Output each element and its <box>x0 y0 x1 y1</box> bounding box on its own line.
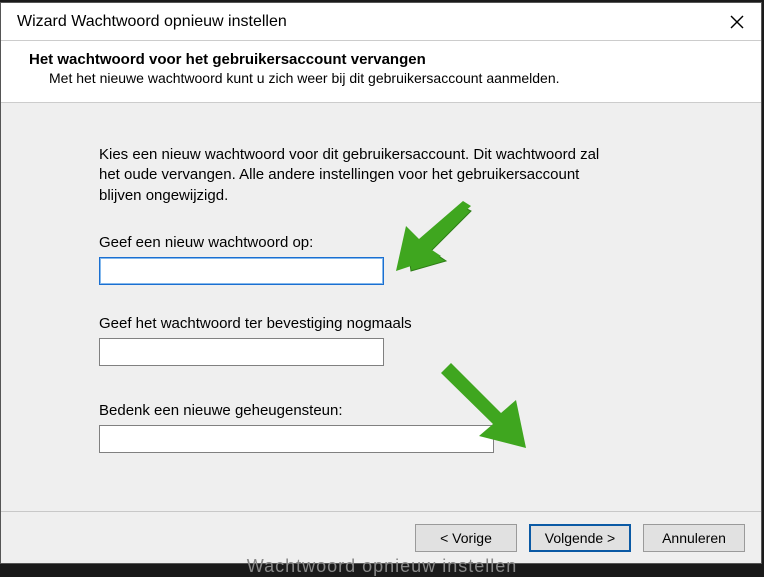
intro-text: Kies een nieuw wachtwoord voor dit gebru… <box>99 145 619 206</box>
password-reset-wizard-dialog: Wizard Wachtwoord opnieuw instellen Het … <box>0 2 762 564</box>
background-title-text: Wachtwoord opnieuw instellen <box>0 556 764 577</box>
cancel-button[interactable]: Annuleren <box>643 524 745 552</box>
new-password-label: Geef een nieuw wachtwoord op: <box>99 234 691 251</box>
wizard-header-subtitle: Met het nieuwe wachtwoord kunt u zich we… <box>29 70 733 86</box>
wizard-body: Kies een nieuw wachtwoord voor dit gebru… <box>1 103 761 511</box>
confirm-password-input[interactable] <box>99 338 384 366</box>
window-title: Wizard Wachtwoord opnieuw instellen <box>17 13 713 31</box>
next-button[interactable]: Volgende > <box>529 524 631 552</box>
confirm-password-label: Geef het wachtwoord ter bevestiging nogm… <box>99 315 691 332</box>
close-button[interactable] <box>713 3 761 41</box>
wizard-header-title: Het wachtwoord voor het gebruikersaccoun… <box>29 51 733 68</box>
wizard-header: Het wachtwoord voor het gebruikersaccoun… <box>1 41 761 103</box>
hint-input[interactable] <box>99 425 494 453</box>
titlebar: Wizard Wachtwoord opnieuw instellen <box>1 3 761 41</box>
new-password-input[interactable] <box>99 257 384 285</box>
close-icon <box>730 15 744 29</box>
hint-label: Bedenk een nieuwe geheugensteun: <box>99 402 691 419</box>
back-button[interactable]: < Vorige <box>415 524 517 552</box>
